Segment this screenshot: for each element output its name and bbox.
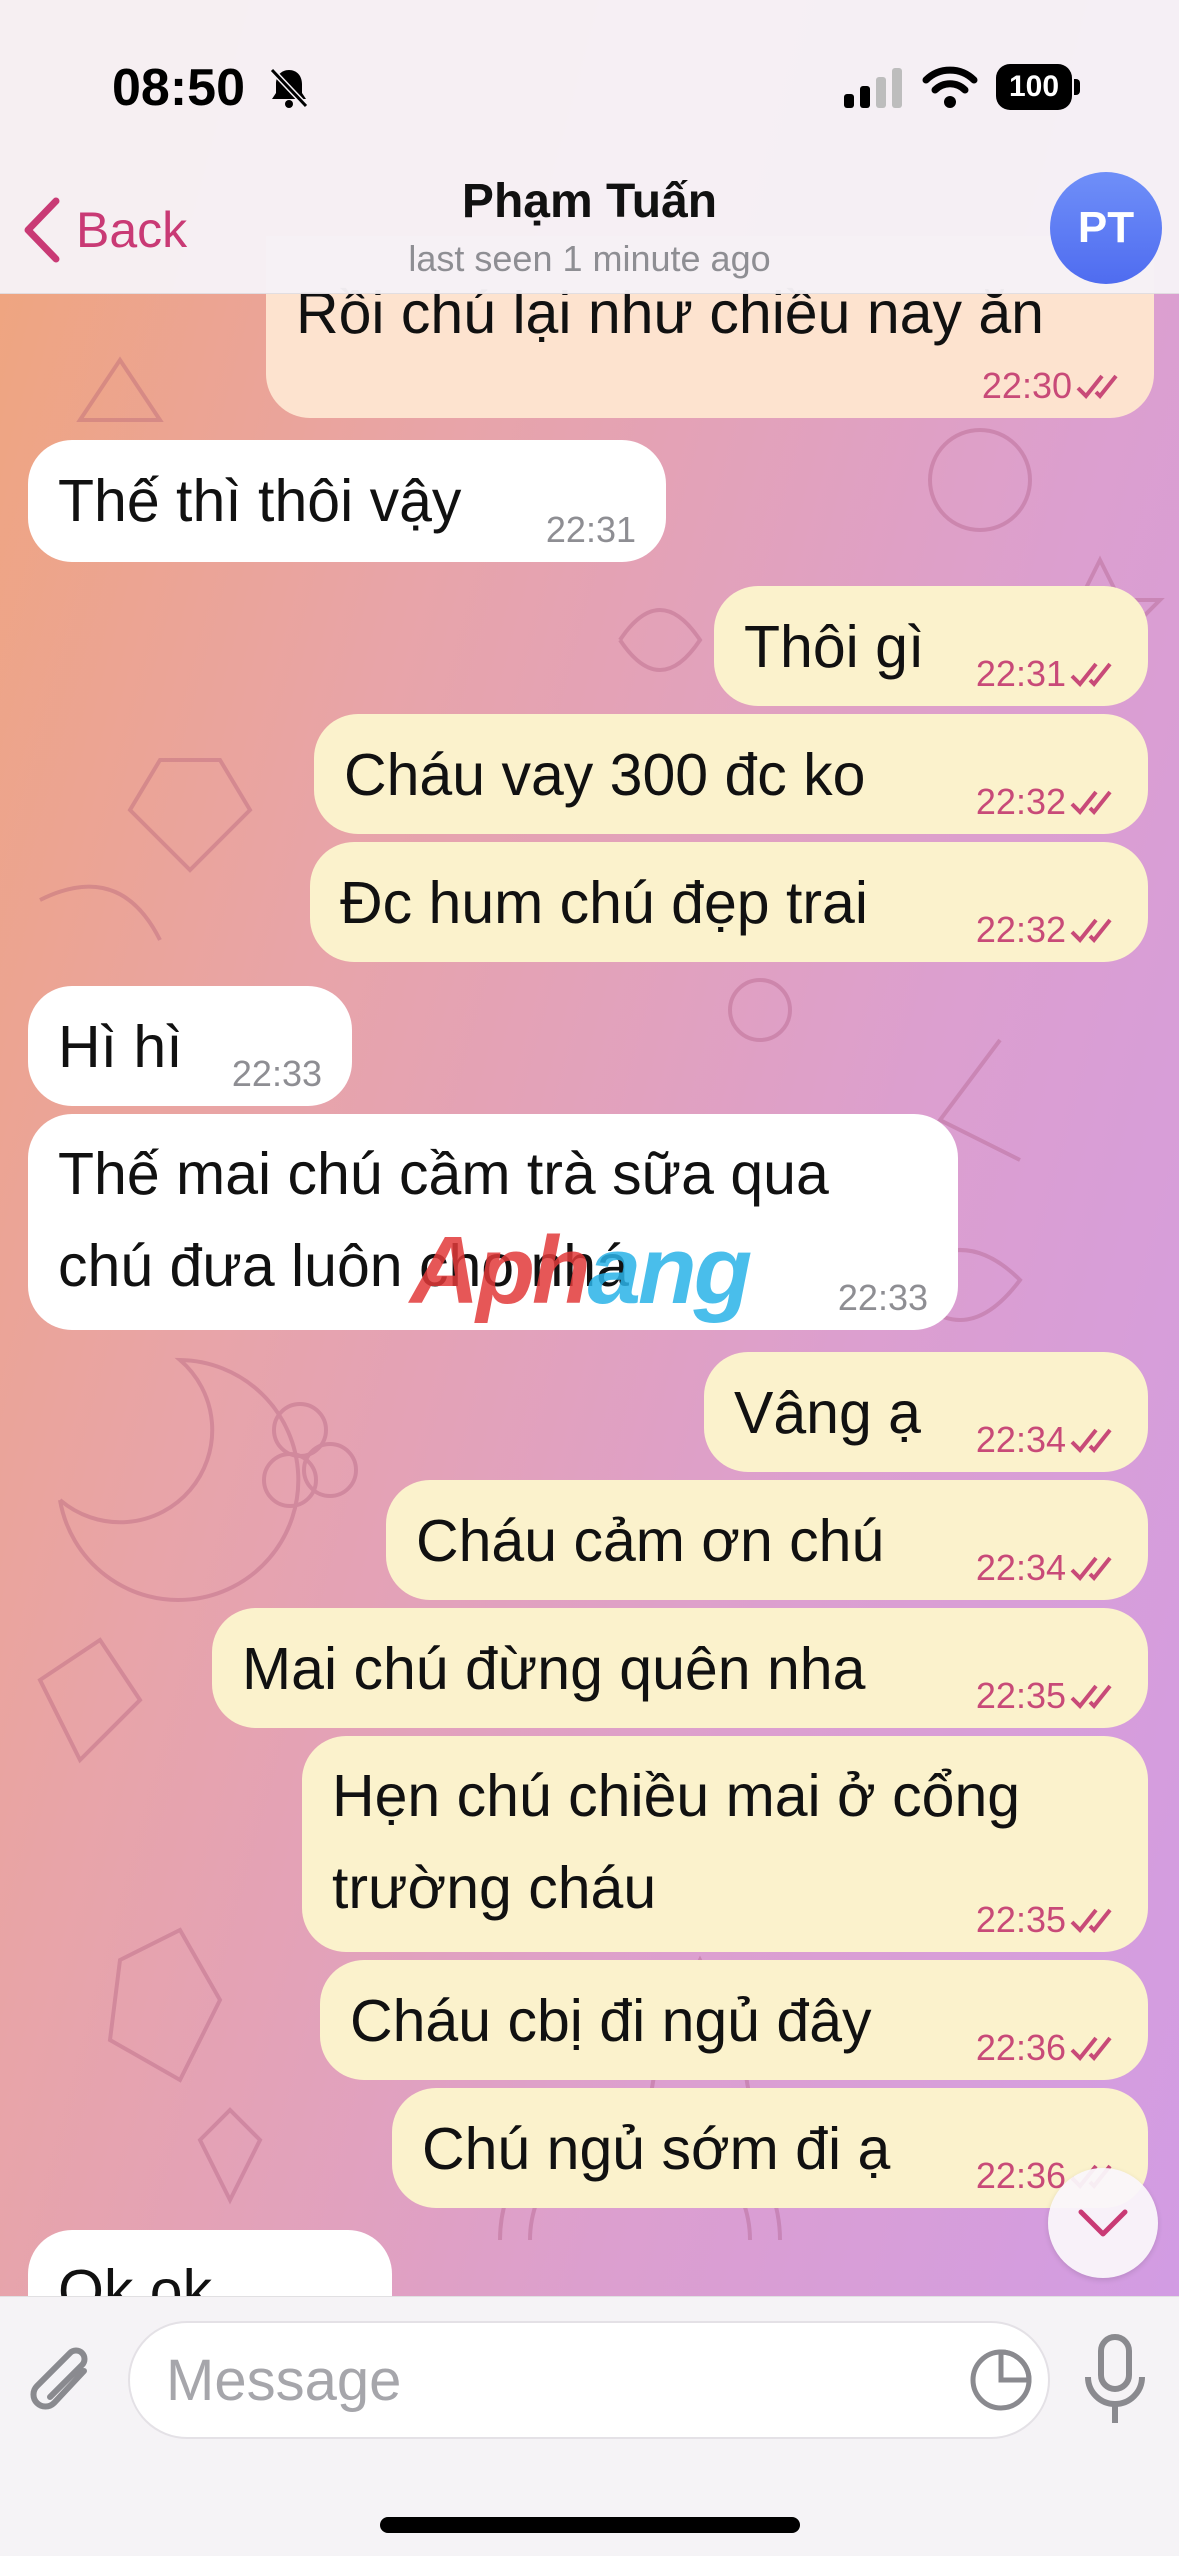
message-bubble-outgoing[interactable]: Vâng ạ 22:34 xyxy=(704,1352,1148,1472)
message-composer xyxy=(0,2296,1179,2556)
bell-muted-icon xyxy=(269,67,309,109)
message-text: Cháu vay 300 đc ko xyxy=(344,742,866,808)
chat-title[interactable]: Phạm Tuấn xyxy=(0,174,1179,229)
message-time: 22:36 xyxy=(976,2028,1122,2068)
scroll-to-bottom-button[interactable] xyxy=(1048,2168,1158,2278)
message-time: 22:33 xyxy=(231,1053,322,1094)
avatar[interactable]: PT xyxy=(1050,172,1162,284)
battery-level: 100 xyxy=(996,64,1072,110)
message-text: Hẹn chú chiều mai ở cổng trường cháu xyxy=(332,1763,1021,1921)
battery-indicator: 100 xyxy=(996,64,1080,110)
home-indicator xyxy=(380,2517,800,2533)
navigation-header: 08:50 100 Back Phạm Tuấn last seen 1 min… xyxy=(0,0,1179,294)
message-text: Đc hum chú đẹp trai xyxy=(340,870,868,936)
paperclip-icon[interactable] xyxy=(26,2341,102,2431)
double-check-icon xyxy=(1070,790,1112,815)
message-time: 22:30 xyxy=(982,366,1128,406)
message-text: Thôi gì xyxy=(744,614,925,680)
message-input[interactable] xyxy=(128,2321,1050,2439)
message-time: 22:35 xyxy=(976,1676,1122,1716)
message-bubble-outgoing[interactable]: Hẹn chú chiều mai ở cổng trường cháu 22:… xyxy=(302,1736,1148,1952)
message-text: Cháu cảm ơn chú xyxy=(416,1508,885,1574)
message-bubble-outgoing[interactable]: Cháu cbị đi ngủ đây 22:36 xyxy=(320,1960,1148,2080)
message-bubble-incoming[interactable]: Hì hì 22:33 xyxy=(28,986,352,1106)
cellular-signal-icon xyxy=(844,68,902,108)
double-check-icon xyxy=(1070,1908,1112,1933)
message-text: Hì hì xyxy=(58,1014,183,1080)
message-time: 22:33 xyxy=(837,1277,928,1318)
double-check-icon xyxy=(1070,918,1112,943)
message-bubble-outgoing[interactable]: Cháu cảm ơn chú 22:34 xyxy=(386,1480,1148,1600)
wifi-icon xyxy=(922,66,978,108)
microphone-icon[interactable] xyxy=(1082,2333,1148,2429)
message-text: Mai chú đừng quên nha xyxy=(242,1636,866,1702)
message-text: Vâng ạ xyxy=(734,1380,921,1446)
message-time: 22:32 xyxy=(976,910,1122,950)
message-bubble-outgoing[interactable]: Cháu vay 300 đc ko 22:32 xyxy=(314,714,1148,834)
double-check-icon xyxy=(1070,2036,1112,2061)
message-time: 22:35 xyxy=(976,1900,1122,1940)
double-check-icon xyxy=(1070,1428,1112,1453)
message-time: 22:32 xyxy=(976,782,1122,822)
message-bubble-outgoing[interactable]: Mai chú đừng quên nha 22:35 xyxy=(212,1608,1148,1728)
message-text: Chú ngủ sớm đi ạ xyxy=(422,2116,891,2182)
last-seen-status: last seen 1 minute ago xyxy=(408,238,771,279)
message-bubble-outgoing[interactable]: Đc hum chú đẹp trai 22:32 xyxy=(310,842,1148,962)
watermark-logo: Aphang xyxy=(410,1217,752,1324)
message-time: 22:34 xyxy=(976,1420,1122,1460)
message-text: Cháu cbị đi ngủ đây xyxy=(350,1988,872,2054)
message-bubble-outgoing[interactable]: Chú ngủ sớm đi ạ 22:36 xyxy=(392,2088,1148,2208)
message-time: 22:34 xyxy=(976,1548,1122,1588)
double-check-icon xyxy=(1076,374,1118,399)
message-bubble-outgoing[interactable]: Thôi gì 22:31 xyxy=(714,586,1148,706)
message-time: 22:31 xyxy=(976,654,1122,694)
message-time: 22:31 xyxy=(545,509,636,550)
double-check-icon xyxy=(1070,1684,1112,1709)
status-time: 08:50 xyxy=(112,59,245,117)
double-check-icon xyxy=(1070,662,1112,687)
double-check-icon xyxy=(1070,1556,1112,1581)
message-bubble-incoming[interactable]: Thế thì thôi vậy 22:31 xyxy=(28,440,666,562)
message-text: Thế thì thôi vậy xyxy=(58,468,462,534)
sticker-icon[interactable] xyxy=(968,2347,1034,2413)
chevron-down-icon xyxy=(1078,2209,1128,2237)
